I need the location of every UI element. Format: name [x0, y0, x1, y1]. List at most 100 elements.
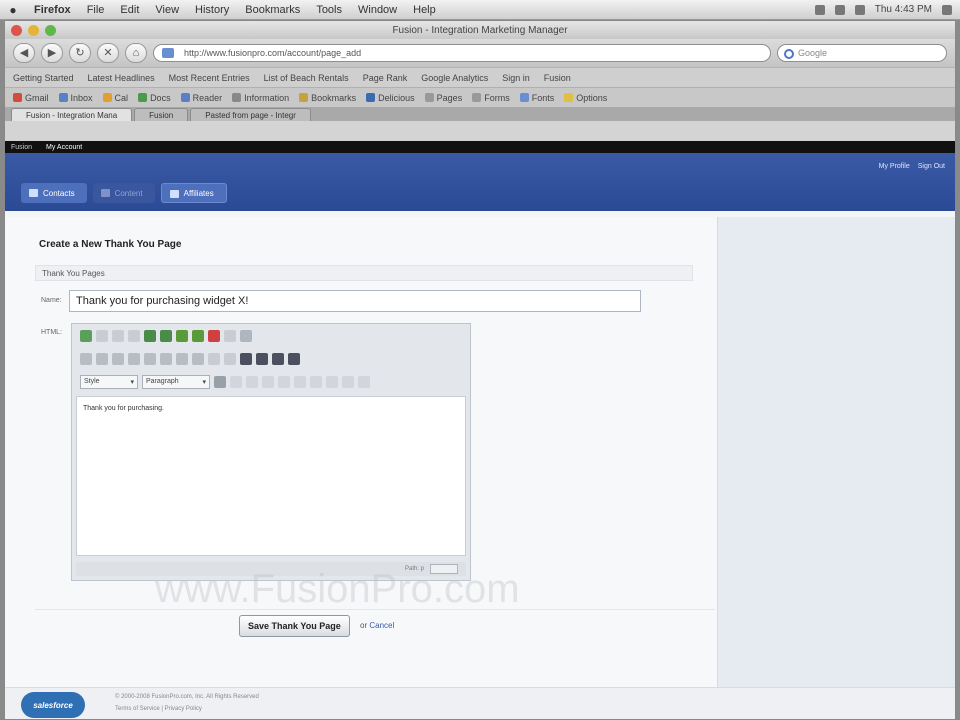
paste-icon[interactable]	[128, 329, 140, 342]
bookmark-item[interactable]: Sign in	[502, 73, 530, 83]
save-thank-you-page-button[interactable]: Save Thank You Page	[239, 615, 350, 637]
copy-icon[interactable]	[112, 329, 124, 342]
bookmark-item[interactable]: Page Rank	[363, 73, 408, 83]
horizontal-rule-icon[interactable]	[262, 375, 274, 388]
name-field[interactable]: Thank you for purchasing widget X!	[69, 290, 641, 312]
battery-icon[interactable]	[854, 4, 865, 15]
menu-help[interactable]: Help	[405, 4, 444, 16]
tab-affiliates[interactable]: Affiliates	[160, 183, 227, 203]
align-center-icon[interactable]	[160, 352, 172, 365]
bookmark-item[interactable]: Fusion	[544, 73, 571, 83]
justify-icon[interactable]	[192, 352, 204, 365]
search-box[interactable]: Google	[777, 44, 947, 62]
undo-icon[interactable]	[342, 375, 354, 388]
toolbar-item[interactable]: Bookmarks	[299, 93, 356, 103]
back-button[interactable]: ◀	[13, 43, 35, 63]
cancel-link[interactable]: Cancel	[369, 621, 394, 630]
forward-button[interactable]: ▶	[41, 43, 63, 63]
reload-button[interactable]: ↻	[69, 43, 91, 63]
bookmark-item[interactable]: Latest Headlines	[88, 73, 155, 83]
subscript-icon[interactable]	[278, 375, 290, 388]
new-document-icon[interactable]	[80, 329, 92, 342]
close-window-button[interactable]	[11, 24, 22, 36]
menu-edit[interactable]: Edit	[112, 4, 147, 16]
bookmark-item[interactable]: Google Analytics	[421, 73, 488, 83]
bookmark-star-icon	[299, 93, 309, 102]
bullet-list-icon[interactable]	[208, 352, 220, 365]
strikethrough-icon[interactable]	[128, 352, 140, 365]
menubar-clock[interactable]: Thu 4:43 PM	[875, 4, 932, 15]
volume-icon[interactable]	[834, 4, 845, 15]
table-icon[interactable]	[192, 329, 204, 342]
toolbar-item[interactable]: Options	[564, 93, 607, 103]
menu-app[interactable]: Firefox	[26, 4, 79, 16]
zoom-window-button[interactable]	[45, 24, 56, 36]
bold-icon[interactable]	[80, 352, 92, 365]
italic-icon[interactable]	[96, 352, 108, 365]
link-icon[interactable]	[208, 329, 220, 342]
home-button[interactable]: ⌂	[125, 43, 147, 63]
unlink-icon[interactable]	[224, 329, 236, 342]
my-profile-link[interactable]: My Profile	[879, 163, 910, 170]
salesforce-logo[interactable]: salesforce	[21, 692, 85, 718]
remove-format-icon[interactable]	[272, 352, 284, 365]
highlight-color-icon[interactable]	[256, 352, 268, 365]
menu-file[interactable]: File	[79, 4, 113, 16]
browser-tab[interactable]: Fusion	[134, 108, 189, 121]
superscript-icon[interactable]	[294, 375, 306, 388]
image-icon[interactable]	[176, 329, 188, 342]
browser-tab[interactable]: Fusion - Integration Mana	[11, 108, 133, 121]
toolbar-item[interactable]: Gmail	[13, 93, 49, 103]
search-engine-icon[interactable]	[784, 49, 794, 59]
menu-view[interactable]: View	[147, 4, 187, 16]
redo-icon[interactable]	[358, 375, 370, 388]
style-select[interactable]: Style ▾	[80, 374, 138, 389]
menu-bookmarks[interactable]: Bookmarks	[237, 4, 308, 16]
cut-icon[interactable]	[96, 329, 108, 342]
toolbar-item[interactable]: Fonts	[519, 93, 554, 103]
menu-history[interactable]: History	[187, 4, 237, 16]
address-bar[interactable]: http://www.fusionpro.com/account/page_ad…	[153, 44, 771, 62]
anchor-icon[interactable]	[326, 375, 338, 388]
editor-body[interactable]: Thank you for purchasing.	[76, 396, 466, 556]
toolbar-item[interactable]: Docs	[138, 93, 171, 103]
toolbar-item[interactable]: Information	[232, 93, 289, 103]
outdent-icon[interactable]	[246, 375, 258, 388]
spotlight-icon[interactable]	[942, 4, 952, 15]
source-code-icon[interactable]	[240, 329, 252, 342]
bookmark-item[interactable]: Getting Started	[13, 73, 74, 83]
find-icon[interactable]	[144, 329, 156, 342]
menu-window[interactable]: Window	[350, 4, 405, 16]
sign-out-link[interactable]: Sign Out	[918, 163, 945, 170]
app-strip-brand[interactable]: Fusion	[11, 144, 32, 151]
stop-button[interactable]: ✕	[97, 43, 119, 63]
toolbar-item[interactable]: Pages	[424, 93, 462, 103]
footer-links[interactable]: Terms of Service | Privacy Policy	[115, 706, 202, 712]
menu-tools[interactable]: Tools	[308, 4, 350, 16]
apple-menu-icon[interactable]: ●	[0, 3, 26, 17]
toolbar-item[interactable]: Cal	[102, 93, 128, 103]
indent-icon[interactable]	[230, 375, 242, 388]
numbered-list-icon[interactable]	[224, 352, 236, 365]
toolbar-item[interactable]: Inbox	[58, 93, 93, 103]
underline-icon[interactable]	[112, 352, 124, 365]
toolbar-item[interactable]: Forms	[472, 93, 510, 103]
clear-icon[interactable]	[288, 352, 300, 365]
app-strip-account[interactable]: My Account	[46, 144, 82, 151]
wifi-icon[interactable]	[814, 4, 825, 15]
tab-content[interactable]: Content	[92, 183, 155, 203]
minimize-window-button[interactable]	[28, 24, 39, 36]
toolbar-item[interactable]: Reader	[180, 93, 222, 103]
font-color-icon[interactable]	[240, 352, 252, 365]
bookmark-item[interactable]: Most Recent Entries	[169, 73, 250, 83]
tab-contacts[interactable]: Contacts	[21, 183, 87, 203]
replace-icon[interactable]	[160, 329, 172, 342]
format-select[interactable]: Paragraph ▾	[142, 374, 210, 389]
spellcheck-icon[interactable]	[214, 375, 226, 388]
browser-tab[interactable]: Pasted from page - Integr	[190, 108, 311, 121]
align-left-icon[interactable]	[144, 352, 156, 365]
bookmark-item[interactable]: List of Beach Rentals	[264, 73, 349, 83]
special-char-icon[interactable]	[310, 375, 322, 388]
toolbar-item[interactable]: Delicious	[366, 93, 415, 103]
align-right-icon[interactable]	[176, 352, 188, 365]
